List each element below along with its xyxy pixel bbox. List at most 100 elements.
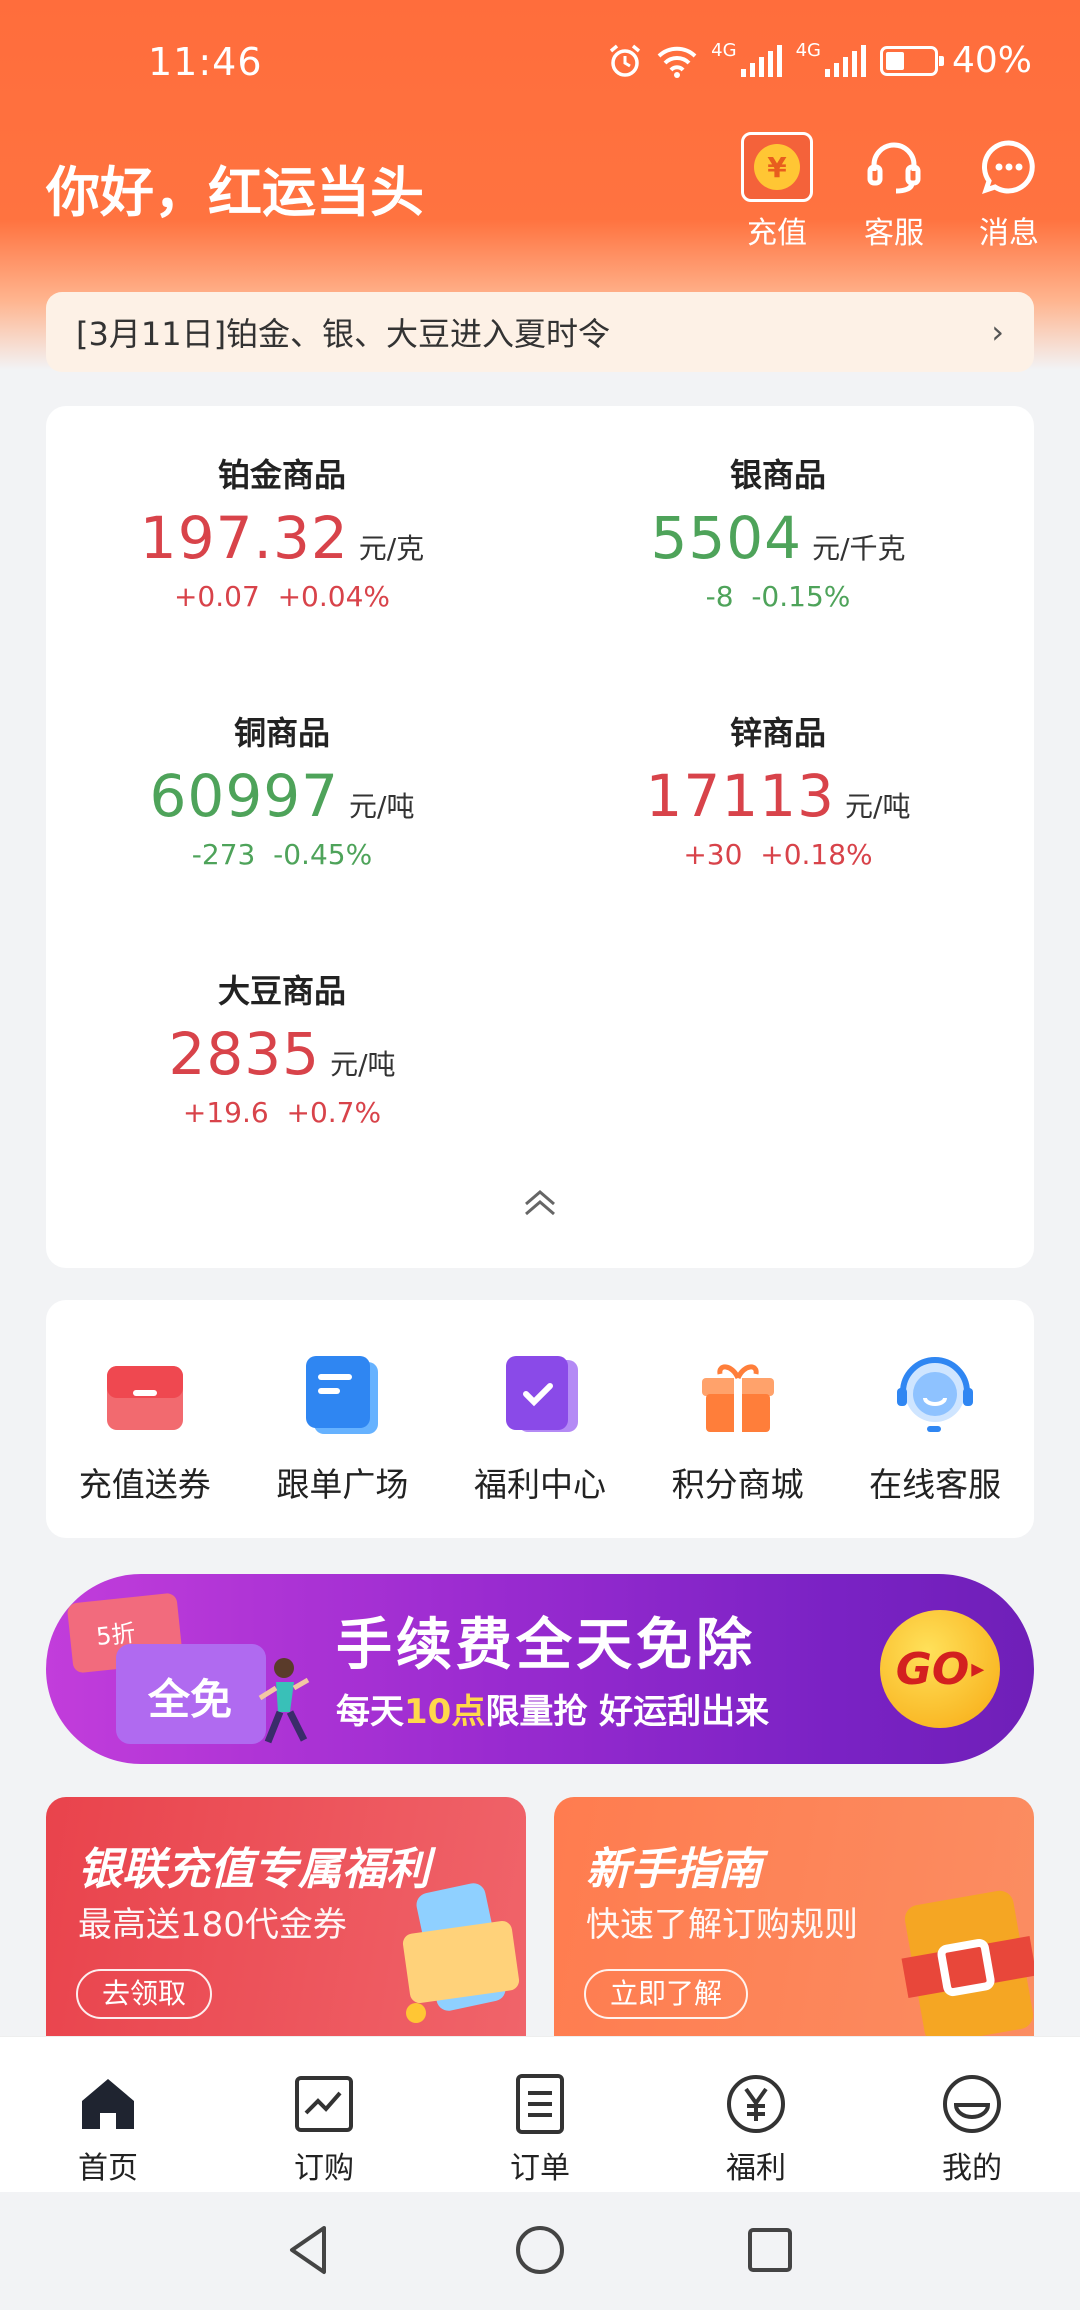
commodity-name: 铂金商品	[217, 456, 346, 494]
promo-card-beginner-guide[interactable]: 新手指南 快速了解订购规则 立即了解	[554, 1797, 1034, 2037]
order-list-icon	[516, 2074, 564, 2134]
commodity-unit: 元/克	[358, 532, 425, 565]
quick-action-points-mall[interactable]: 积分商城	[639, 1300, 837, 1538]
recharge-button[interactable]: ¥ 充值	[727, 132, 827, 252]
promo-learn-button[interactable]: 立即了解	[584, 1969, 749, 2019]
customer-service-label: 客服	[864, 216, 924, 251]
price-item-silver[interactable]: 银商品 5504 元/千克 -8 -0.15%	[558, 450, 998, 613]
signal-icon-2	[824, 44, 866, 77]
tab-label: 我的	[942, 2151, 1002, 2186]
banner-subtitle: 每天10点限量抢 好运刮出来	[336, 1692, 770, 1732]
quick-action-label: 积分商城	[671, 1465, 804, 1504]
wifi-icon	[657, 46, 697, 78]
tab-home[interactable]: 首页	[0, 2037, 216, 2192]
commodity-change-percent: +0.04%	[277, 580, 391, 613]
commodity-change: -8	[705, 580, 734, 613]
smile-face-icon	[943, 2075, 1001, 2133]
quick-action-label: 充值送券	[78, 1465, 211, 1504]
gift-icon	[701, 1364, 774, 1432]
system-navigation-bar	[0, 2192, 1080, 2310]
notice-text: [3月11日]铂金、银、大豆进入夏时令	[76, 315, 611, 353]
headset-icon	[858, 132, 930, 202]
messages-label: 消息	[979, 216, 1039, 251]
recharge-label: 充值	[747, 216, 807, 251]
network-label-2: 4G	[795, 40, 821, 61]
tab-label: 订单	[510, 2151, 570, 2186]
commodity-change-percent: +0.7%	[286, 1096, 382, 1129]
status-icons: 4G 4G 40%	[607, 40, 1032, 81]
status-time: 11:46	[148, 40, 263, 84]
commodity-name: 大豆商品	[217, 972, 346, 1010]
tab-label: 首页	[78, 2151, 138, 2186]
network-label-1: 4G	[711, 40, 737, 61]
messages-button[interactable]: 消息	[959, 132, 1059, 252]
promo-subtitle: 最高送180代金券	[78, 1905, 347, 1945]
tab-profile[interactable]: 我的	[864, 2037, 1080, 2192]
quick-action-welfare-center[interactable]: 福利中心	[441, 1300, 639, 1538]
commodity-price: 60997	[149, 762, 340, 830]
quick-action-label: 跟单广场	[276, 1465, 409, 1504]
commodity-unit: 元/吨	[330, 1048, 396, 1081]
recents-square-icon[interactable]	[740, 2220, 800, 2280]
checklist-icon	[505, 1356, 578, 1432]
chat-bubble-icon	[973, 132, 1045, 202]
quick-actions-card: 充值送券 跟单广场 福利中心 积分商城 在线客服	[46, 1300, 1034, 1538]
support-agent-icon	[897, 1357, 974, 1432]
promo-claim-button[interactable]: 去领取	[76, 1969, 213, 2019]
commodity-change-percent: +0.18%	[760, 838, 873, 871]
tab-order[interactable]: 订购	[216, 2037, 432, 2192]
tab-welfare[interactable]: 福利	[648, 2037, 864, 2192]
commodity-change: -273	[191, 838, 256, 871]
tab-label: 福利	[726, 2151, 786, 2186]
price-item-zinc[interactable]: 锌商品 17113 元/吨 +30 +0.18%	[558, 708, 998, 871]
yuan-coin-icon: ¥	[741, 132, 813, 202]
banner-title: 手续费全天免除	[336, 1613, 756, 1678]
banner-go-button[interactable]: GO ▸	[880, 1610, 1000, 1728]
commodity-change: +0.07	[173, 580, 260, 613]
quick-action-recharge-coupon[interactable]: 充值送券	[46, 1300, 244, 1538]
back-triangle-icon[interactable]	[280, 2220, 340, 2280]
promo-title: 银联充值专属福利	[78, 1844, 430, 1895]
bottom-tab-bar: 首页 订购 订单 福利 我的	[0, 2036, 1080, 2192]
commodity-name: 锌商品	[729, 714, 826, 752]
commodity-unit: 元/吨	[845, 790, 911, 823]
promo-card-unionpay[interactable]: 银联充值专属福利 最高送180代金券 去领取	[46, 1797, 526, 2037]
home-icon	[82, 2079, 134, 2129]
commodity-unit: 元/千克	[812, 532, 906, 565]
battery-icon	[879, 45, 944, 76]
commodity-name: 银商品	[729, 456, 826, 494]
commodity-unit: 元/吨	[349, 790, 415, 823]
tab-orders-list[interactable]: 订单	[432, 2037, 648, 2192]
chevron-right-icon: ›	[991, 313, 1004, 351]
commodity-change-percent: -0.15%	[751, 580, 851, 613]
commodity-change: +19.6	[182, 1096, 269, 1129]
commodity-change-percent: -0.45%	[273, 838, 373, 871]
tab-label: 订购	[294, 2151, 354, 2186]
quick-action-online-support[interactable]: 在线客服	[836, 1300, 1034, 1538]
price-item-soybean[interactable]: 大豆商品 2835 元/吨 +19.6 +0.7%	[62, 966, 502, 1129]
home-circle-icon[interactable]	[510, 2220, 570, 2280]
yuan-circle-icon	[727, 2075, 785, 2133]
promo-title: 新手指南	[586, 1844, 762, 1895]
promo-banner-fee-free[interactable]: 5折 全免 手续费全天免除 每天10点限量抢 好运刮出来 GO ▸	[46, 1574, 1034, 1764]
commodity-price: 5504	[650, 504, 803, 572]
quick-action-label: 在线客服	[869, 1465, 1002, 1504]
notice-banner[interactable]: [3月11日]铂金、银、大豆进入夏时令 ›	[46, 292, 1034, 372]
banner-tag-free: 全免	[116, 1644, 266, 1744]
greeting-title: 你好，红运当头	[46, 161, 424, 224]
coupon-icon	[106, 1366, 183, 1430]
price-item-platinum[interactable]: 铂金商品 197.32 元/克 +0.07 +0.04%	[62, 450, 502, 613]
bank-card-icon	[402, 1883, 520, 2023]
commodity-price: 2835	[168, 1020, 321, 1088]
promo-subtitle: 快速了解订购规则	[586, 1905, 858, 1945]
document-icon	[306, 1356, 379, 1434]
price-item-copper[interactable]: 铜商品 60997 元/吨 -273 -0.45%	[62, 708, 502, 871]
alarm-icon	[610, 44, 641, 77]
customer-service-button[interactable]: 客服	[844, 132, 944, 252]
collapse-chevron-up-icon[interactable]	[520, 1188, 560, 1218]
commodity-change: +30	[683, 838, 743, 871]
quick-action-follow-square[interactable]: 跟单广场	[244, 1300, 442, 1538]
commodity-price: 17113	[645, 762, 836, 830]
commodity-price: 197.32	[139, 504, 349, 572]
battery-percent: 40%	[951, 40, 1032, 81]
